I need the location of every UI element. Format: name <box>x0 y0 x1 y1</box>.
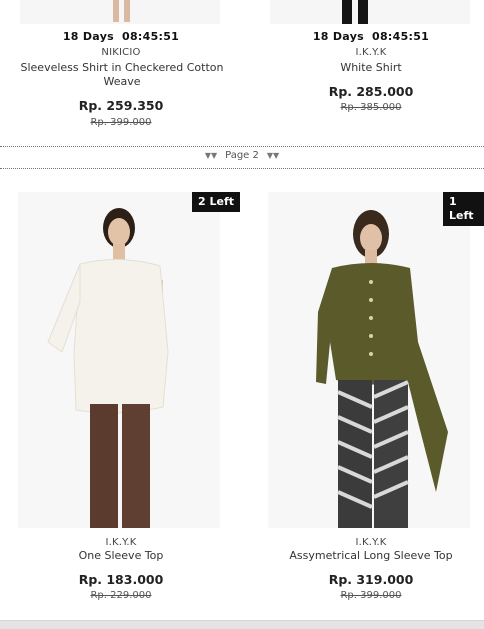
pager-divider-top <box>0 146 484 147</box>
product-brand[interactable]: I.K.Y.K <box>250 47 484 58</box>
product-image-top-left[interactable] <box>20 0 220 24</box>
pager-divider-bottom <box>0 168 484 169</box>
product-brand[interactable]: I.K.Y.K <box>0 537 242 548</box>
product-image[interactable] <box>268 192 470 528</box>
stock-badge: 1 Left <box>443 192 484 226</box>
product-price: Rp. 183.000 <box>78 572 164 587</box>
countdown-time: 08:45:51 <box>372 30 430 43</box>
sale-countdown: 18 Days 08:45:51 <box>0 30 242 43</box>
product-brand[interactable]: I.K.Y.K <box>250 537 484 548</box>
product-image[interactable] <box>18 192 220 528</box>
product-old-price: Rp. 229.000 <box>90 590 152 601</box>
product-image-top-right[interactable] <box>270 0 470 24</box>
countdown-days: 18 Days <box>312 30 365 43</box>
product-name[interactable]: Sleeveless Shirt in Checkered Cotton Wea… <box>16 61 228 89</box>
product-brand[interactable]: NIKICIO <box>0 47 242 58</box>
countdown-time: 08:45:51 <box>122 30 180 43</box>
product-name[interactable]: White Shirt <box>250 61 484 75</box>
product-price: Rp. 319.000 <box>328 572 414 587</box>
product-photo <box>18 192 220 528</box>
product-name[interactable]: One Sleeve Top <box>0 549 242 563</box>
pager[interactable]: ▼▼ Page 2 ▼▼ <box>0 150 484 161</box>
product-price: Rp. 259.350 <box>78 98 164 113</box>
countdown-days: 18 Days <box>62 30 115 43</box>
double-chevron-down-icon: ▼▼ <box>204 151 218 160</box>
product-photo <box>342 0 368 24</box>
double-chevron-down-icon: ▼▼ <box>266 151 280 160</box>
sale-countdown: 18 Days 08:45:51 <box>250 30 484 43</box>
product-photo <box>113 0 130 22</box>
stock-badge: 2 Left <box>192 192 240 212</box>
footer-bar <box>0 620 484 629</box>
product-old-price: Rp. 399.000 <box>340 590 402 601</box>
product-photo <box>268 192 470 528</box>
product-name[interactable]: Assymetrical Long Sleeve Top <box>250 549 484 563</box>
product-old-price: Rp. 399.000 <box>90 117 152 128</box>
page-label: Page 2 <box>225 150 259 161</box>
product-price: Rp. 285.000 <box>328 84 414 99</box>
product-old-price: Rp. 385.000 <box>340 102 402 113</box>
